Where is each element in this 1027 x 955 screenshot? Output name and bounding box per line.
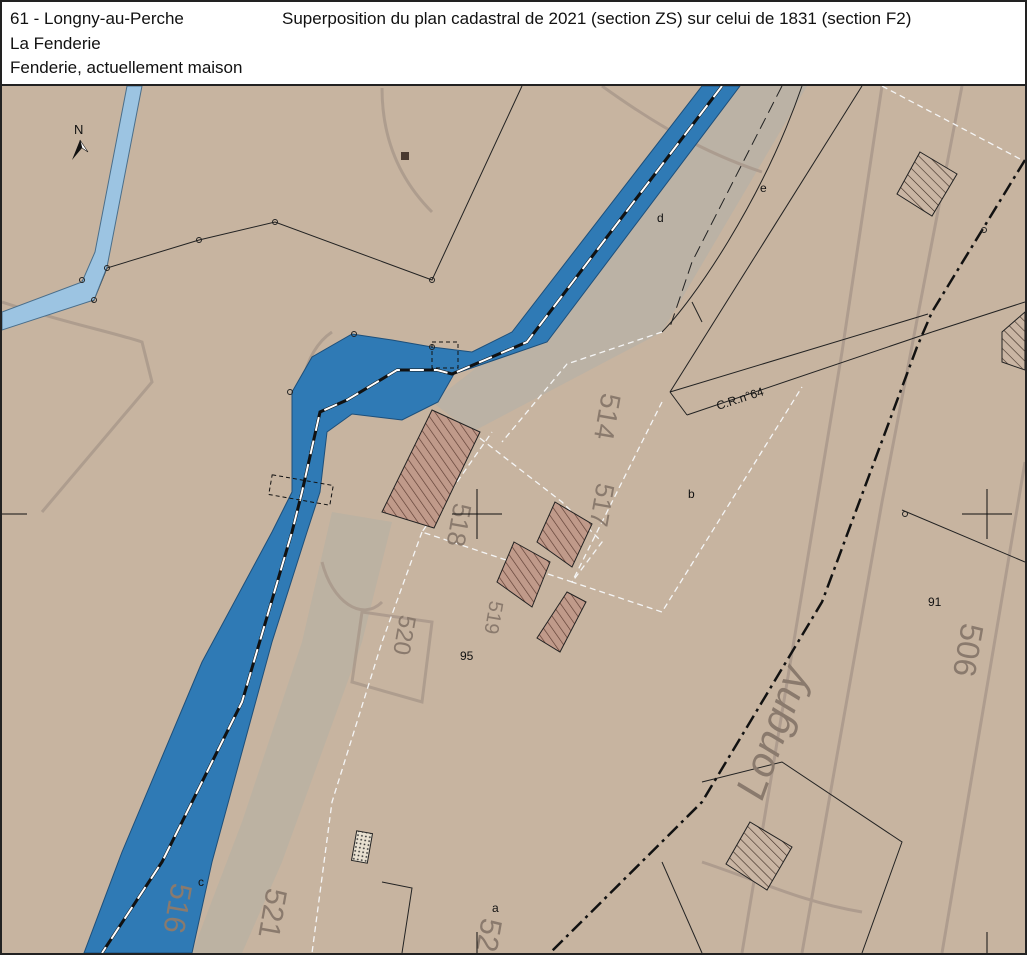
old-marker xyxy=(401,152,409,160)
parcel-label-95: 95 xyxy=(460,649,474,663)
parcel-label-d: d xyxy=(657,211,664,225)
old-label: 52 xyxy=(469,916,507,953)
parcel-label-b: b xyxy=(688,487,695,501)
parcel-label-a: a xyxy=(492,901,499,915)
commune-name: 61 - Longny-au-Perche xyxy=(10,9,184,28)
map-title: Superposition du plan cadastral de 2021 … xyxy=(282,9,912,28)
parcel-label-e: e xyxy=(760,181,767,195)
cadastral-map[interactable]: C.R.n°64 514 516 517 518 520 521 519 52 … xyxy=(0,84,1027,955)
site-description: Fenderie, actuellement maison xyxy=(10,58,243,77)
north-label: N xyxy=(74,122,83,137)
parcel-label-c: c xyxy=(198,875,204,889)
parcel-label-91: 91 xyxy=(928,595,942,609)
map-canvas[interactable]: C.R.n°64 514 516 517 518 520 521 519 52 … xyxy=(2,86,1025,953)
site-name: La Fenderie xyxy=(10,34,101,53)
map-header: 61 - Longny-au-Perche La Fenderie Fender… xyxy=(0,0,1027,84)
